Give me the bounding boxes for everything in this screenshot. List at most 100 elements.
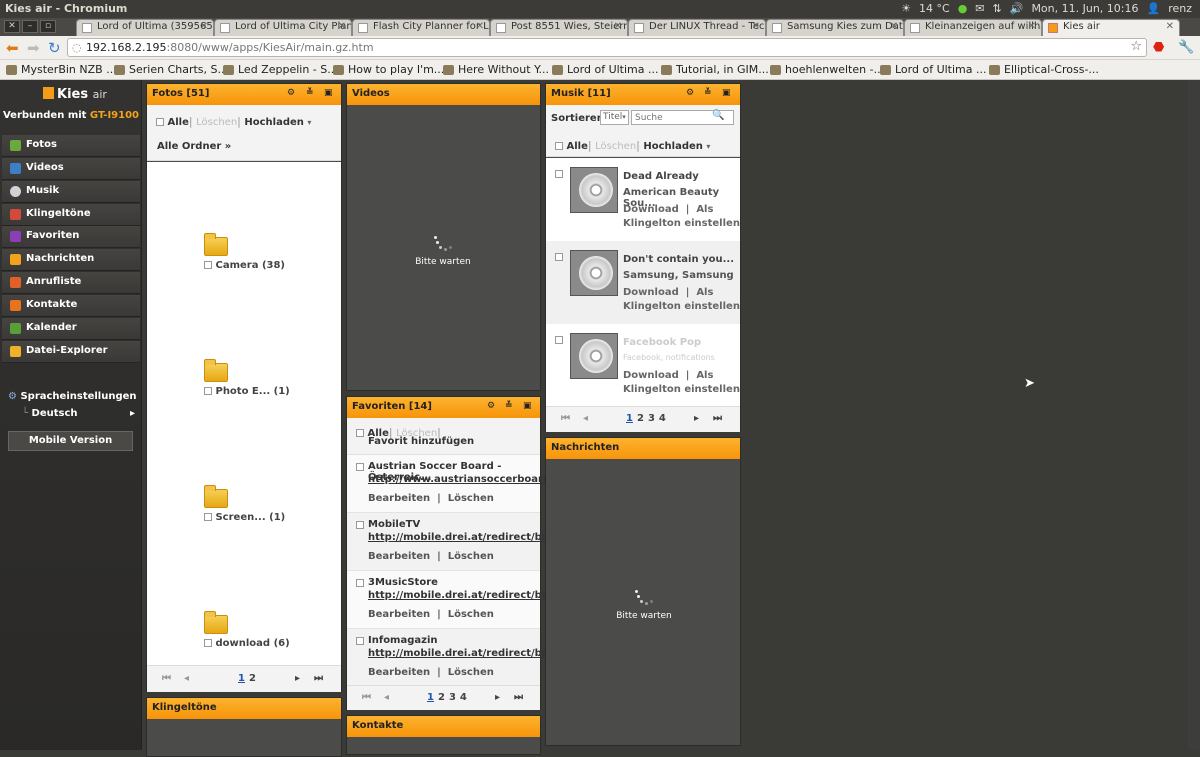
delete-link[interactable]: Löschen: [595, 141, 636, 152]
select-all-checkbox[interactable]: [156, 118, 164, 126]
sidebar-item-musik[interactable]: Musik: [2, 181, 140, 203]
page-numbers[interactable]: 12: [236, 673, 258, 684]
maximize-icon[interactable]: ▣: [523, 401, 532, 411]
select-all-link[interactable]: Alle: [567, 141, 588, 152]
search-icon[interactable]: 🔍: [712, 110, 724, 121]
item-checkbox[interactable]: [356, 463, 364, 471]
next-page-icon[interactable]: ▸: [495, 692, 500, 703]
select-all-checkbox[interactable]: [356, 429, 364, 437]
settings-gear-icon[interactable]: ⚙: [287, 88, 295, 98]
sidebar-item-favoriten[interactable]: Favoriten: [2, 226, 140, 248]
wrench-icon[interactable]: 🔧: [1178, 40, 1194, 55]
delete-link[interactable]: Löschen: [196, 117, 237, 128]
page-numbers[interactable]: 1234: [624, 413, 668, 424]
sidebar-item-klingeltoene[interactable]: Klingeltöne: [2, 204, 140, 226]
close-tab-icon[interactable]: ✕: [890, 21, 898, 32]
next-page-icon[interactable]: ▸: [295, 673, 300, 684]
close-tab-icon[interactable]: ✕: [476, 21, 484, 32]
upload-link[interactable]: Hochladen: [643, 141, 703, 152]
reload-icon[interactable]: ↻: [48, 39, 61, 57]
chevron-down-icon[interactable]: ▾: [307, 118, 311, 127]
collapse-icon[interactable]: ≚: [306, 88, 314, 98]
set-ringtone-link[interactable]: Klingelton einstellen: [623, 384, 740, 395]
bookmark-item[interactable]: hoehlenwelten -...: [770, 63, 884, 76]
user-icon[interactable]: 👤: [1147, 2, 1161, 15]
folder-label[interactable]: Screen... (1): [204, 512, 285, 523]
sidebar-item-kontakte[interactable]: Kontakte: [2, 295, 140, 317]
browser-tab[interactable]: Flash City Planner for Lor ✕: [352, 19, 490, 36]
bookmark-star-icon[interactable]: ☆: [1130, 39, 1142, 54]
first-page-icon[interactable]: ⏮: [362, 692, 371, 703]
first-page-icon[interactable]: ⏮: [162, 673, 171, 684]
maximize-icon[interactable]: ▣: [722, 88, 731, 98]
chevron-down-icon[interactable]: ▾: [706, 142, 710, 151]
collapse-icon[interactable]: ≚: [704, 88, 712, 98]
edit-link[interactable]: Bearbeiten: [368, 667, 430, 678]
favorite-url-link[interactable]: http://mobile.drei.at/redirect/br...: [368, 532, 557, 543]
bookmark-item[interactable]: Elliptical-Cross-...: [989, 63, 1099, 76]
bookmark-item[interactable]: Tutorial, in GIM...: [661, 63, 769, 76]
page-scrollbar[interactable]: [1188, 80, 1200, 750]
folder-icon[interactable]: [204, 611, 228, 634]
chat-icon[interactable]: ●: [958, 2, 968, 15]
download-link[interactable]: Download: [623, 287, 679, 298]
language-settings[interactable]: ⚙ Spracheinstellungen: [8, 391, 137, 402]
item-checkbox[interactable]: [356, 637, 364, 645]
bookmark-item[interactable]: Here Without Y...: [443, 63, 549, 76]
item-checkbox[interactable]: [356, 521, 364, 529]
track-title[interactable]: Facebook Pop: [623, 337, 701, 348]
track-title[interactable]: Don't contain you...: [623, 254, 734, 265]
prev-page-icon[interactable]: ◂: [384, 692, 389, 703]
close-tab-icon[interactable]: ✕: [752, 21, 760, 32]
delete-link[interactable]: Löschen: [448, 551, 494, 562]
close-tab-icon[interactable]: ✕: [1028, 21, 1036, 32]
settings-gear-icon[interactable]: ⚙: [686, 88, 694, 98]
browser-tab-active[interactable]: Kies air ✕: [1042, 19, 1180, 36]
select-all-checkbox[interactable]: [555, 142, 563, 150]
close-tab-icon[interactable]: ✕: [200, 21, 208, 32]
bookmark-item[interactable]: How to play I'm...: [333, 63, 444, 76]
page-numbers[interactable]: 1234: [425, 692, 469, 703]
maximize-icon[interactable]: ▣: [324, 88, 333, 98]
delete-link[interactable]: Löschen: [448, 493, 494, 504]
sidebar-item-fotos[interactable]: Fotos: [2, 135, 140, 157]
favorite-url-link[interactable]: http://mobile.drei.at/redirect/br...: [368, 648, 557, 659]
last-page-icon[interactable]: ⏭: [314, 673, 323, 684]
browser-tab[interactable]: Der LINUX Thread - Techn ✕: [628, 19, 766, 36]
download-link[interactable]: Download: [623, 204, 679, 215]
bookmark-item[interactable]: Led Zeppelin - S...: [223, 63, 338, 76]
browser-tab[interactable]: Samsung Kies zum Datenab✕: [766, 19, 904, 36]
track-title[interactable]: Dead Already: [623, 171, 699, 182]
language-selector[interactable]: └ Deutsch ▸: [22, 408, 135, 419]
prev-page-icon[interactable]: ◂: [583, 413, 588, 424]
network-icon[interactable]: ⇅: [993, 2, 1002, 15]
close-tab-icon[interactable]: ✕: [614, 21, 622, 32]
bookmark-item[interactable]: Lord of Ultima ...: [552, 63, 659, 76]
next-page-icon[interactable]: ▸: [694, 413, 699, 424]
close-tab-icon[interactable]: ✕: [1166, 21, 1174, 32]
folder-icon[interactable]: [204, 233, 228, 256]
browser-tab[interactable]: Lord of Ultima (359565) ✕: [76, 19, 214, 36]
set-ringtone-link[interactable]: Klingelton einstellen: [623, 301, 740, 312]
set-ringtone-link[interactable]: Klingelton einstellen: [623, 218, 740, 229]
add-favorite-link[interactable]: Favorit hinzufügen: [368, 436, 474, 447]
bookmark-item[interactable]: Lord of Ultima ...: [880, 63, 987, 76]
minimize-window-icon[interactable]: –: [22, 20, 38, 33]
sidebar-item-kalender[interactable]: Kalender: [2, 318, 140, 340]
sidebar-item-nachrichten[interactable]: Nachrichten: [2, 249, 140, 271]
user-name[interactable]: renz: [1168, 2, 1192, 15]
bookmark-item[interactable]: Serien Charts, S...: [114, 63, 228, 76]
weather-icon[interactable]: ☀: [901, 2, 911, 15]
download-link[interactable]: Download: [623, 370, 679, 381]
mail-icon[interactable]: ✉: [975, 2, 984, 15]
close-tab-icon[interactable]: ✕: [338, 21, 346, 32]
upload-link[interactable]: Hochladen: [244, 117, 304, 128]
page-info-icon[interactable]: ◌: [72, 41, 82, 54]
first-page-icon[interactable]: ⏮: [561, 413, 570, 424]
edit-link[interactable]: Bearbeiten: [368, 609, 430, 620]
select-all-link[interactable]: Alle: [168, 117, 189, 128]
edit-link[interactable]: Bearbeiten: [368, 551, 430, 562]
item-checkbox[interactable]: [555, 253, 563, 261]
back-arrow-icon[interactable]: ⬅: [6, 39, 19, 57]
set-ringtone-link[interactable]: Als: [696, 204, 713, 215]
